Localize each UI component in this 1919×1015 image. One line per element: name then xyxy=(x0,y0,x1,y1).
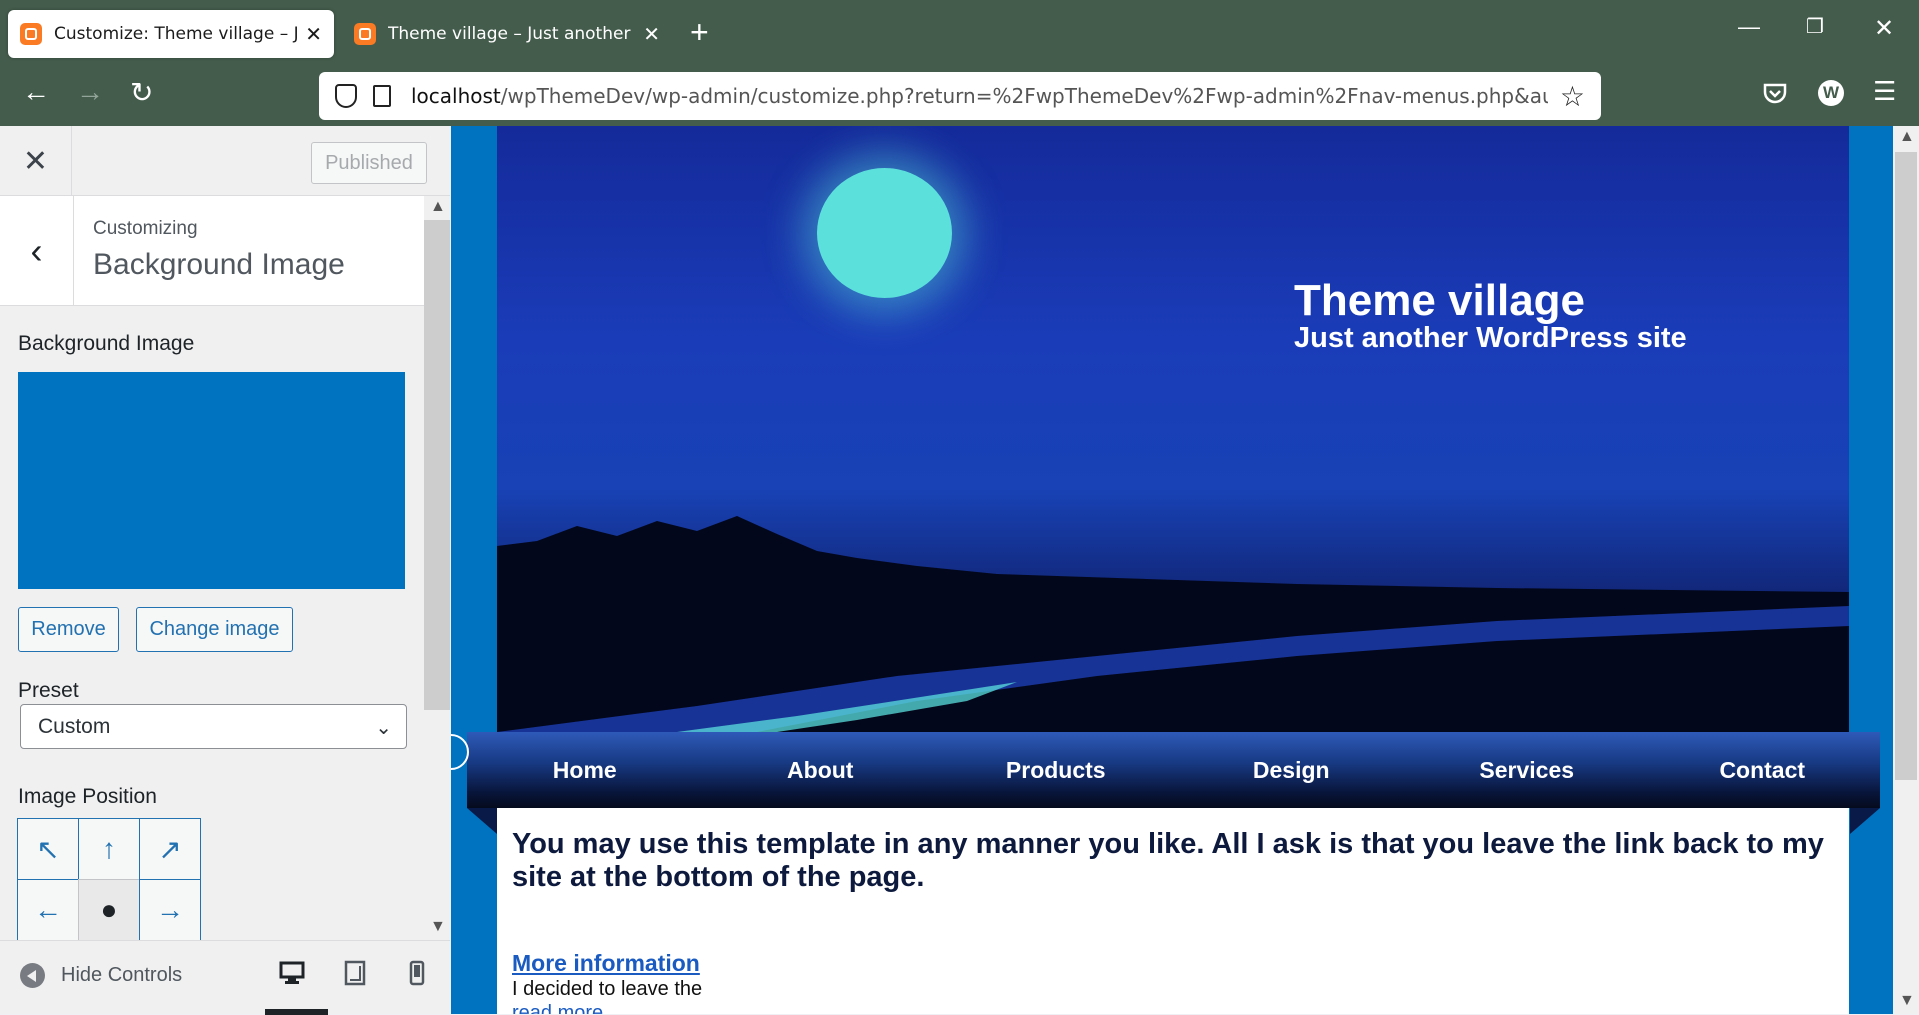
xampp-favicon-icon xyxy=(20,23,42,45)
new-tab-icon[interactable]: + xyxy=(690,14,709,51)
beach-silhouette xyxy=(497,516,1849,732)
scroll-up-icon[interactable]: ▲ xyxy=(1899,128,1915,146)
hide-controls-button[interactable]: Hide Controls xyxy=(20,963,182,988)
more-information-link[interactable]: More information xyxy=(512,950,700,977)
tab-title: Theme village – Just another WordPress s… xyxy=(388,24,635,44)
tab-theme-village[interactable]: Theme village – Just another WordPress s… xyxy=(342,10,672,58)
moon-graphic xyxy=(817,168,952,298)
position-left-icon[interactable]: ← xyxy=(17,879,79,940)
customizing-label: Customizing xyxy=(93,218,198,239)
nav-item-contact[interactable]: Contact xyxy=(1645,757,1881,784)
preset-label: Preset xyxy=(18,679,79,702)
customizer-footer: Hide Controls xyxy=(0,940,450,1015)
page-content: You may use this template in any manner … xyxy=(497,808,1849,1014)
site-title[interactable]: Theme village xyxy=(1294,276,1585,326)
back-icon[interactable]: ← xyxy=(22,76,50,108)
site-tagline: Just another WordPress site xyxy=(1294,322,1687,354)
desktop-preview-icon[interactable] xyxy=(265,959,328,1015)
tablet-preview-icon[interactable] xyxy=(341,959,369,987)
position-center-icon[interactable]: ● xyxy=(78,879,140,940)
customizer-header: ✕ Published xyxy=(0,126,450,196)
preset-select[interactable]: Custom ⌄ xyxy=(20,704,407,749)
minimize-icon[interactable]: — xyxy=(1738,14,1760,40)
site-preview: Theme village Just another WordPress sit… xyxy=(451,126,1919,1014)
shield-icon[interactable] xyxy=(335,84,357,108)
section-title: Background Image xyxy=(93,248,345,281)
address-bar[interactable]: localhost/wpThemeDev/wp-admin/customize.… xyxy=(319,72,1601,120)
scroll-down-icon[interactable]: ▼ xyxy=(430,918,446,936)
chevron-down-icon: ⌄ xyxy=(375,717,392,739)
image-position-grid: ↖ ↑ ↗ ← ● → xyxy=(17,818,201,940)
restore-icon[interactable]: ❐ xyxy=(1806,14,1824,39)
browser-tab-bar: Customize: Theme village – Just another … xyxy=(0,0,1919,66)
tab-customize[interactable]: Customize: Theme village – Just another … xyxy=(8,10,334,58)
nav-item-products[interactable]: Products xyxy=(938,757,1174,784)
section-title-bar: ‹ Customizing Background Image xyxy=(0,196,424,306)
reload-icon[interactable]: ↻ xyxy=(130,76,153,109)
read-more-link[interactable]: read more xyxy=(512,1002,603,1014)
background-image-preview[interactable] xyxy=(18,372,405,589)
forward-icon[interactable]: → xyxy=(76,76,104,108)
nav-item-about[interactable]: About xyxy=(703,757,939,784)
content-headline: You may use this template in any manner … xyxy=(512,828,1824,893)
preset-value: Custom xyxy=(38,714,111,738)
collapse-icon xyxy=(20,963,45,988)
published-button[interactable]: Published xyxy=(311,142,427,184)
menu-fold-left xyxy=(467,808,497,834)
tab-close-icon[interactable]: ✕ xyxy=(305,22,322,47)
nav-item-design[interactable]: Design xyxy=(1174,757,1410,784)
change-image-button[interactable]: Change image xyxy=(136,607,293,652)
mobile-preview-icon[interactable] xyxy=(403,959,431,987)
header-image: Theme village Just another WordPress sit… xyxy=(497,126,1849,732)
scrollbar-thumb[interactable] xyxy=(1895,152,1917,780)
bookmark-star-icon[interactable]: ☆ xyxy=(1560,80,1585,113)
url-path: /wpThemeDev/wp-admin/customize.php?retur… xyxy=(500,84,1548,108)
pocket-icon[interactable] xyxy=(1762,80,1788,111)
sidebar-scrollbar[interactable]: ▲ ▼ xyxy=(424,196,450,940)
position-top-right-icon[interactable]: ↗ xyxy=(139,818,201,880)
scroll-up-icon[interactable]: ▲ xyxy=(430,198,446,216)
profile-initial: W xyxy=(1818,80,1844,106)
menu-icon[interactable]: ☰ xyxy=(1873,76,1896,107)
hide-controls-label: Hide Controls xyxy=(61,964,183,986)
url-text[interactable]: localhost/wpThemeDev/wp-admin/customize.… xyxy=(411,84,1548,108)
image-position-label: Image Position xyxy=(18,785,157,808)
browser-nav-bar: ← → ↻ localhost/wpThemeDev/wp-admin/cust… xyxy=(0,66,1919,126)
position-top-icon[interactable]: ↑ xyxy=(78,818,140,880)
bg-image-label: Background Image xyxy=(18,332,195,355)
position-right-icon[interactable]: → xyxy=(139,879,201,940)
menu-fold-right xyxy=(1850,808,1880,834)
close-icon[interactable]: ✕ xyxy=(0,126,72,196)
profile-avatar[interactable]: W xyxy=(1818,80,1844,106)
content-text: I decided to leave the xyxy=(512,978,703,1000)
tab-close-icon[interactable]: ✕ xyxy=(643,22,660,47)
tab-title: Customize: Theme village – Just another … xyxy=(54,24,298,44)
page-icon[interactable] xyxy=(373,85,391,107)
back-chevron-icon[interactable]: ‹ xyxy=(0,196,74,306)
nav-item-services[interactable]: Services xyxy=(1409,757,1645,784)
position-top-left-icon[interactable]: ↖ xyxy=(17,818,79,880)
remove-button[interactable]: Remove xyxy=(18,607,119,652)
customizer-sidebar: ✕ Published ‹ Customizing Background Ima… xyxy=(0,126,450,1015)
scrollbar-thumb[interactable] xyxy=(424,220,450,710)
nav-item-home[interactable]: Home xyxy=(467,757,703,784)
site-navigation: Home About Products Design Services Cont… xyxy=(467,732,1880,808)
customizer-panel: ‹ Customizing Background Image Backgroun… xyxy=(0,196,450,940)
scroll-down-icon[interactable]: ▼ xyxy=(1899,992,1915,1010)
xampp-favicon-icon xyxy=(354,23,376,45)
preview-scrollbar[interactable]: ▲ ▼ xyxy=(1893,126,1919,1014)
window-close-icon[interactable]: ✕ xyxy=(1874,14,1894,43)
url-host: localhost xyxy=(411,84,501,108)
